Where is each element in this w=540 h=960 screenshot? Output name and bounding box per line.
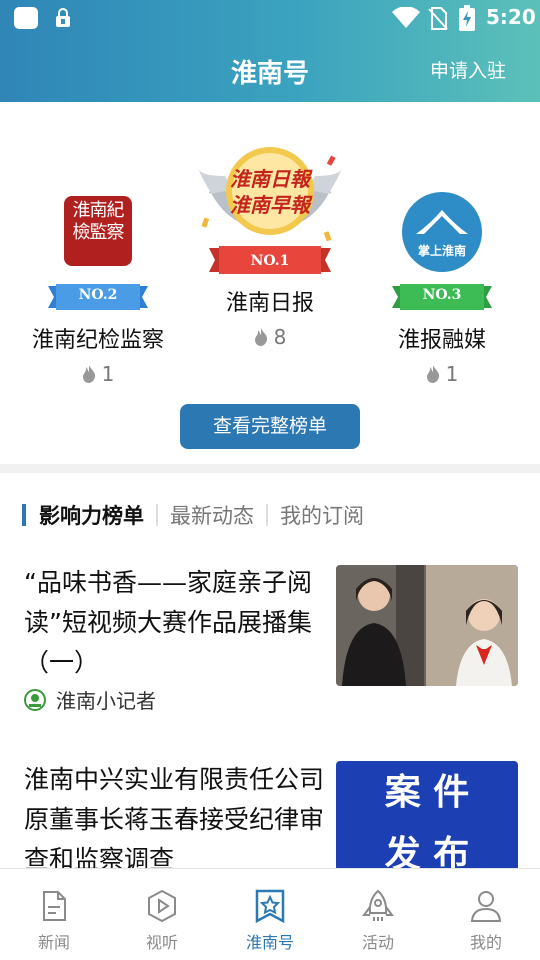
user-icon [470, 891, 502, 922]
news-thumbnail [336, 565, 518, 686]
first-heat-count: 8 [273, 325, 287, 349]
tab-my-subscriptions[interactable]: 我的订阅 [280, 500, 364, 530]
third-rank-label: NO.3 [422, 287, 462, 303]
first-rank-heat: 8 [190, 325, 350, 349]
rocket-icon [362, 889, 394, 921]
source-logo-icon [24, 688, 46, 711]
first-rank-label: NO.1 [250, 253, 290, 269]
nav-video-label: 视听 [145, 933, 178, 952]
third-logo-text: 掌上淮南 [417, 244, 466, 258]
second-rank-name: 淮南纪检监察 [31, 328, 164, 353]
lock-icon [56, 8, 70, 27]
second-rank-label: NO.2 [78, 287, 118, 303]
nav-activity-label: 活动 [361, 933, 394, 952]
tab-separator [156, 504, 158, 526]
content-tabs: 影响力榜单 最新动态 我的订阅 [22, 500, 364, 530]
rank-second-item[interactable]: 淮南紀檢監察 NO.2 淮南纪检监察 1 [22, 196, 174, 386]
apply-join-button[interactable]: 申请入驻 [430, 56, 506, 83]
wifi-icon [392, 7, 420, 28]
news-source: 淮南小记者 [24, 685, 156, 714]
square-icon [14, 7, 38, 29]
nav-video[interactable]: 视听 [108, 869, 216, 960]
news-item[interactable]: 淮南中兴实业有限责任公司原董事长蒋玉春接受纪律审查和监察调查 案 件 发 布 [24, 760, 518, 874]
seal-logo: 淮南紀檢監察 [64, 196, 132, 266]
news-thumbnail: 案 件 发 布 [336, 761, 518, 871]
video-thumbnail-image [336, 565, 518, 686]
ranking-podium: 淮南日報 淮南早報 NO.1 淮南日报 8 淮南紀檢監察 NO.2 淮南纪检监察… [0, 102, 540, 464]
news-icon [43, 891, 66, 921]
news-title: 淮南中兴实业有限责任公司原董事长蒋玉春接受纪律审查和监察调查 [24, 765, 325, 874]
nav-activity[interactable]: 活动 [324, 869, 432, 960]
flame-icon [254, 328, 267, 346]
third-heat-count: 1 [445, 362, 459, 386]
seal-text: 淮南紀檢監察 [72, 200, 125, 243]
rank-first-item[interactable]: 淮南日報 淮南早報 NO.1 淮南日报 8 [190, 136, 350, 349]
tab-latest-news[interactable]: 最新动态 [170, 500, 254, 530]
third-rank-name: 淮报融媒 [397, 328, 486, 353]
status-bar: 5:20 [0, 0, 540, 36]
flame-icon [82, 365, 95, 383]
flame-icon [426, 365, 439, 383]
third-rank-heat: 1 [368, 362, 516, 386]
nav-news[interactable]: 新闻 [0, 869, 108, 960]
first-logo-line-2: 淮南早報 [230, 193, 310, 217]
third-logo: 掌上淮南 [402, 192, 482, 272]
third-rank-ribbon: NO.3 [392, 284, 492, 310]
active-tab-indicator [22, 504, 26, 526]
thumb-text-line-2: 发 布 [384, 834, 470, 871]
nav-huainan-hao[interactable]: 淮南号 [216, 869, 324, 960]
nav-mine-label: 我的 [469, 933, 502, 952]
play-icon [148, 889, 176, 923]
star-bookmark-icon [255, 889, 285, 923]
tab-separator [266, 504, 268, 526]
tab-influence-ranking[interactable]: 影响力榜单 [39, 500, 144, 530]
news-item[interactable]: “品味书香——家庭亲子阅读”短视频大赛作品展播集（一） 淮南小记者 [24, 563, 518, 723]
first-logo-line-1: 淮南日報 [230, 167, 310, 191]
rank-third-item[interactable]: 掌上淮南 NO.3 淮报融媒 1 [368, 192, 516, 386]
top-bar: 5:20 淮南号 申请入驻 [0, 0, 540, 102]
roof-icon [416, 210, 468, 234]
thumb-text-line-1: 案 件 [384, 772, 470, 813]
news-source-name: 淮南小记者 [56, 689, 156, 713]
second-rank-heat: 1 [22, 362, 174, 386]
battery-charging-icon [459, 5, 475, 31]
no-sim-icon [428, 7, 448, 30]
second-heat-count: 1 [101, 362, 115, 386]
nav-mine[interactable]: 我的 [432, 869, 540, 960]
bottom-navigation: 新闻 视听 淮南号 活动 我的 [0, 868, 540, 960]
nav-news-label: 新闻 [37, 933, 70, 952]
view-full-ranking-button[interactable]: 查看完整榜单 [180, 404, 360, 449]
news-title: “品味书香——家庭亲子阅读”短视频大赛作品展播集（一） [24, 568, 312, 677]
section-divider [0, 464, 540, 473]
clock-time: 5:20 [486, 5, 536, 29]
second-rank-ribbon: NO.2 [48, 284, 148, 310]
first-rank-name: 淮南日报 [225, 291, 314, 316]
nav-huainan-hao-label: 淮南号 [245, 933, 294, 952]
